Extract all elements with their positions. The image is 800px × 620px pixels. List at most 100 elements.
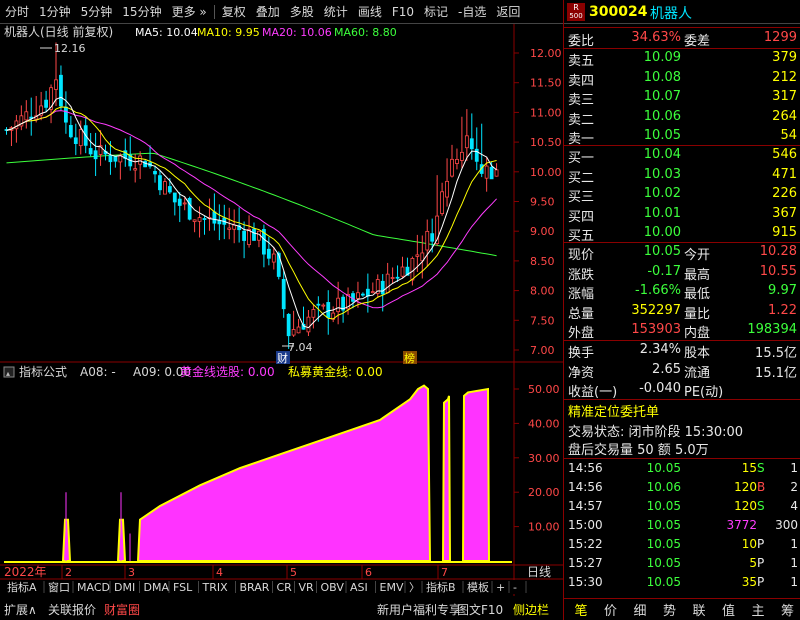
stat-label: 涨幅 bbox=[568, 287, 595, 302]
candle-body bbox=[113, 155, 118, 162]
sell-level-label: 卖五 bbox=[568, 54, 595, 69]
toolbar-item-7[interactable]: 多股 bbox=[285, 0, 319, 24]
quote-bottom-tab-0[interactable]: 笔 bbox=[568, 600, 594, 619]
bottom-tab-left-2[interactable]: 财富圈 bbox=[104, 601, 140, 619]
stat-value-2: 10.55 bbox=[759, 263, 797, 279]
indicator-tab-11[interactable]: ASI bbox=[347, 580, 376, 594]
toolbar-item-9[interactable]: 画线 bbox=[353, 0, 387, 24]
tick-price: 10.05 bbox=[646, 556, 681, 570]
indicator-tab-10[interactable]: OBV bbox=[317, 580, 347, 594]
quote-bottom-tab-2[interactable]: 细 bbox=[627, 600, 653, 619]
quote-bottom-tab-5[interactable]: 值 bbox=[716, 600, 742, 619]
toolbar-item-1[interactable]: 1分钟 bbox=[34, 0, 76, 24]
bottom-tab-left-0[interactable]: 扩展∧ bbox=[4, 601, 37, 619]
tick-price: 10.05 bbox=[646, 537, 681, 551]
svg-text:FSL: FSL bbox=[173, 581, 193, 594]
svg-text:〉: 〉 bbox=[409, 581, 420, 594]
candle-body bbox=[44, 99, 48, 108]
indicator-tab-17[interactable]: - bbox=[510, 580, 526, 594]
y-tick-label: 7.50 bbox=[530, 314, 555, 327]
indicator-tab-3[interactable]: DMI bbox=[111, 580, 140, 594]
indicator-tab-2[interactable]: MACD bbox=[74, 580, 110, 594]
stat2-value: 2.34% bbox=[639, 342, 681, 357]
y-tick-label: 9.00 bbox=[530, 225, 555, 238]
toolbar-item-5[interactable]: 复权 bbox=[217, 0, 251, 24]
indicator-tab-0[interactable]: 指标A bbox=[4, 580, 44, 594]
indicator-title[interactable]: 指标公式 bbox=[19, 364, 67, 379]
svg-text:+: + bbox=[496, 581, 505, 594]
quote-bottom-tab-3[interactable]: 势 bbox=[657, 600, 683, 619]
indicator-tab-15[interactable]: 模板 bbox=[464, 580, 492, 594]
candle-body bbox=[400, 266, 405, 277]
bottom-tab-right-0[interactable]: 新用户福利专享 bbox=[377, 601, 461, 619]
stat2-label-2: 股本 bbox=[684, 346, 711, 361]
candle-body bbox=[385, 273, 390, 294]
tick-volume: 10 bbox=[741, 537, 757, 551]
toolbar-item-10[interactable]: F10 bbox=[387, 0, 419, 24]
buy-level-vol: 226 bbox=[772, 186, 797, 201]
indicator-tab-7[interactable]: BRAR bbox=[236, 580, 273, 594]
toolbar-item-4[interactable]: 更多 » bbox=[167, 0, 212, 24]
tick-time: 15:30 bbox=[568, 575, 603, 589]
x-axis-period[interactable]: 日线 bbox=[527, 565, 551, 579]
stat-value: 352297 bbox=[631, 302, 681, 318]
chart-area[interactable]: 12.00 11.50 11.00 10.50 10.00 9.50 9.00 8.50 8.0… bbox=[0, 24, 563, 596]
bottom-tab-right-1[interactable]: 图文F10 bbox=[457, 601, 503, 619]
svg-text:MACD: MACD bbox=[77, 581, 110, 594]
candle-body bbox=[247, 228, 251, 246]
bottom-tab-left-1[interactable]: 关联报价 bbox=[48, 601, 96, 619]
indicator-tab-4[interactable]: DMA bbox=[140, 580, 170, 594]
sell-level-price: 10.06 bbox=[643, 108, 681, 124]
indicator-tab-16[interactable]: + bbox=[493, 580, 509, 594]
stat-label-2: 今开 bbox=[684, 248, 711, 263]
toolbar-item-0[interactable]: 分时 bbox=[0, 0, 34, 24]
indicator-tab-5[interactable]: FSL bbox=[170, 580, 199, 594]
tick-time: 15:00 bbox=[568, 518, 603, 532]
candle-body bbox=[425, 230, 430, 251]
toolbar-item-6[interactable]: 叠加 bbox=[251, 0, 285, 24]
stat2-value-2: 15.1亿 bbox=[755, 365, 797, 381]
buy-level-vol: 367 bbox=[772, 205, 797, 221]
y-tick-label: 8.50 bbox=[530, 255, 555, 268]
quote-bottom-tab-4[interactable]: 联 bbox=[686, 600, 712, 619]
candle-body bbox=[351, 293, 355, 302]
indicator-tab-12[interactable]: EMV bbox=[376, 580, 406, 594]
stat-label-2: 最高 bbox=[684, 267, 711, 283]
buy-level-price: 10.00 bbox=[643, 225, 681, 240]
chart-title: 机器人(日线 前复权) bbox=[4, 24, 113, 39]
indicator-tab-8[interactable]: CR bbox=[273, 580, 295, 594]
indicator-tab-9[interactable]: VR bbox=[295, 580, 317, 594]
x-month-label: 4 bbox=[216, 566, 223, 579]
stat2-label: 收益(一) bbox=[568, 385, 618, 400]
tick-time: 15:22 bbox=[568, 537, 603, 551]
toolbar-item-12[interactable]: -自选 bbox=[453, 0, 491, 24]
svg-text:指标A: 指标A bbox=[7, 580, 37, 594]
toolbar-item-13[interactable]: 返回 bbox=[491, 0, 525, 24]
indicator-collapse-icon[interactable]: ▴ bbox=[6, 369, 10, 378]
toolbar-item-2[interactable]: 5分钟 bbox=[76, 0, 118, 24]
indicator-tab-13[interactable]: 〉 bbox=[406, 580, 422, 594]
toolbar-item-11[interactable]: 标记 bbox=[419, 0, 453, 24]
toolbar-item-8[interactable]: 统计 bbox=[319, 0, 353, 24]
toolbar-item-3[interactable]: 15分钟 bbox=[117, 0, 166, 24]
quote-bottom-tab-7[interactable]: 筹 bbox=[775, 600, 800, 619]
tick-count: 4 bbox=[790, 499, 798, 513]
candle-body bbox=[158, 175, 162, 191]
stat-value-2: 198394 bbox=[747, 322, 797, 337]
quote-bottom-tab-6[interactable]: 主 bbox=[745, 600, 771, 619]
candle-body bbox=[227, 227, 232, 230]
tick-price: 10.06 bbox=[646, 480, 681, 494]
quote-bottom-tab-1[interactable]: 价 bbox=[598, 600, 624, 619]
indicator-tab-1[interactable]: 窗口 bbox=[45, 580, 73, 594]
webi-label: 委比 bbox=[568, 34, 595, 49]
tick-time: 15:27 bbox=[568, 556, 603, 570]
sell-level-price: 10.08 bbox=[643, 69, 681, 85]
bottom-tab-right-2[interactable]: 侧边栏 bbox=[513, 601, 549, 619]
candle-body bbox=[93, 150, 98, 160]
tick-volume: 120 bbox=[734, 480, 757, 494]
indicator-tab-14[interactable]: 指标B bbox=[423, 580, 463, 594]
candle-body bbox=[445, 180, 449, 198]
indicator-tab-6[interactable]: TRIX bbox=[199, 580, 236, 594]
y-tick-label: 10.00 bbox=[530, 166, 562, 179]
r500-badge: R 500 bbox=[567, 3, 585, 21]
